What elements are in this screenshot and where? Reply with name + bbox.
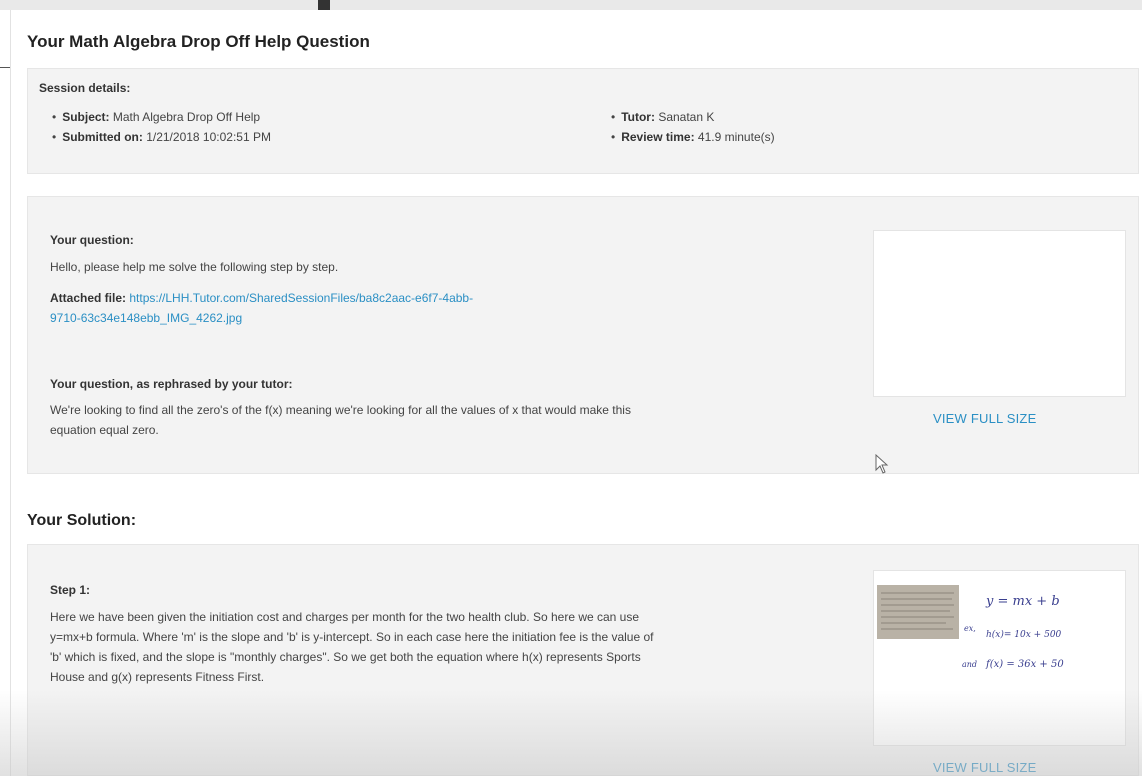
session-details-panel: Session details: Subject: Math Algebra D… xyxy=(27,68,1139,174)
submitted-item: Submitted on: 1/21/2018 10:02:51 PM xyxy=(52,127,271,147)
submitted-value: 1/21/2018 10:02:51 PM xyxy=(146,130,271,144)
rephrased-line2: equation equal zero. xyxy=(50,423,159,437)
step-text: Here we have been given the initiation c… xyxy=(50,607,870,687)
session-details-left: Subject: Math Algebra Drop Off Help Subm… xyxy=(52,107,271,147)
solution-heading: Your Solution: xyxy=(27,512,137,529)
subject-value: Math Algebra Drop Off Help xyxy=(112,110,261,124)
top-bar xyxy=(0,0,1142,10)
submitted-label: Submitted on: xyxy=(62,130,143,144)
session-details-heading: Session details: xyxy=(39,81,131,95)
tutor-value: Sanatan K xyxy=(658,110,715,124)
review-time-label: Review time: xyxy=(621,130,695,144)
step-line3: 'b' which is fixed, and the slope is "mo… xyxy=(50,650,641,664)
solution-image-thumbnail[interactable]: y = mx + b ex, h(x)= 10x + 500 and f(x) … xyxy=(873,570,1126,746)
review-time-value: 41.9 minute(s) xyxy=(697,130,775,144)
mouse-pointer-icon xyxy=(875,454,889,474)
tutor-item: Tutor: Sanatan K xyxy=(611,107,775,127)
solution-view-full-size-link[interactable]: VIEW FULL SIZE xyxy=(933,760,1036,775)
question-text: Hello, please help me solve the followin… xyxy=(50,260,339,274)
attached-file: Attached file: https://LHH.Tutor.com/Sha… xyxy=(50,288,650,328)
subject-label: Subject: xyxy=(62,110,110,124)
step-line1: Here we have been given the initiation c… xyxy=(50,610,640,624)
attached-file-link-line2: 9710-63c34e148ebb_IMG_4262.jpg xyxy=(50,311,243,325)
tutor-label: Tutor: xyxy=(621,110,655,124)
step-line2: y=mx+b formula. Where 'm' is the slope a… xyxy=(50,630,654,644)
thumb-equation-1: y = mx + b xyxy=(985,594,1060,609)
handwritten-notes-image: y = mx + b ex, h(x)= 10x + 500 and f(x) … xyxy=(877,585,1064,670)
step-heading: Step 1: xyxy=(50,583,91,597)
thumb-equation-3: f(x) = 36x + 50 xyxy=(985,659,1064,670)
review-time-item: Review time: 41.9 minute(s) xyxy=(611,127,775,147)
attached-file-link-line1: https://LHH.Tutor.com/SharedSessionFiles… xyxy=(129,291,474,305)
thumb-and-label: and xyxy=(962,660,977,669)
thumb-equation-2: h(x)= 10x + 500 xyxy=(986,629,1062,640)
page-title: Your Math Algebra Drop Off Help Question xyxy=(27,32,370,51)
question-page: Your Math Algebra Drop Off Help Question… xyxy=(10,10,1142,776)
session-details-right: Tutor: Sanatan K Review time: 41.9 minut… xyxy=(611,107,775,147)
question-panel: Your question: Hello, please help me sol… xyxy=(27,196,1139,474)
step-line4: House and g(x) represents Fitness First. xyxy=(50,670,265,684)
thumb-ex-label: ex, xyxy=(964,624,976,633)
attached-file-label: Attached file: xyxy=(50,291,127,305)
question-heading: Your question: xyxy=(50,233,134,247)
rephrased-line1: We're looking to find all the zero's of … xyxy=(50,403,631,417)
question-image-thumbnail[interactable] xyxy=(873,230,1126,397)
subject-item: Subject: Math Algebra Drop Off Help xyxy=(52,107,271,127)
rephrased-text: We're looking to find all the zero's of … xyxy=(50,400,870,440)
solution-panel: Step 1: Here we have been given the init… xyxy=(27,544,1139,776)
question-view-full-size-link[interactable]: VIEW FULL SIZE xyxy=(933,411,1036,426)
rephrased-heading: Your question, as rephrased by your tuto… xyxy=(50,377,293,391)
